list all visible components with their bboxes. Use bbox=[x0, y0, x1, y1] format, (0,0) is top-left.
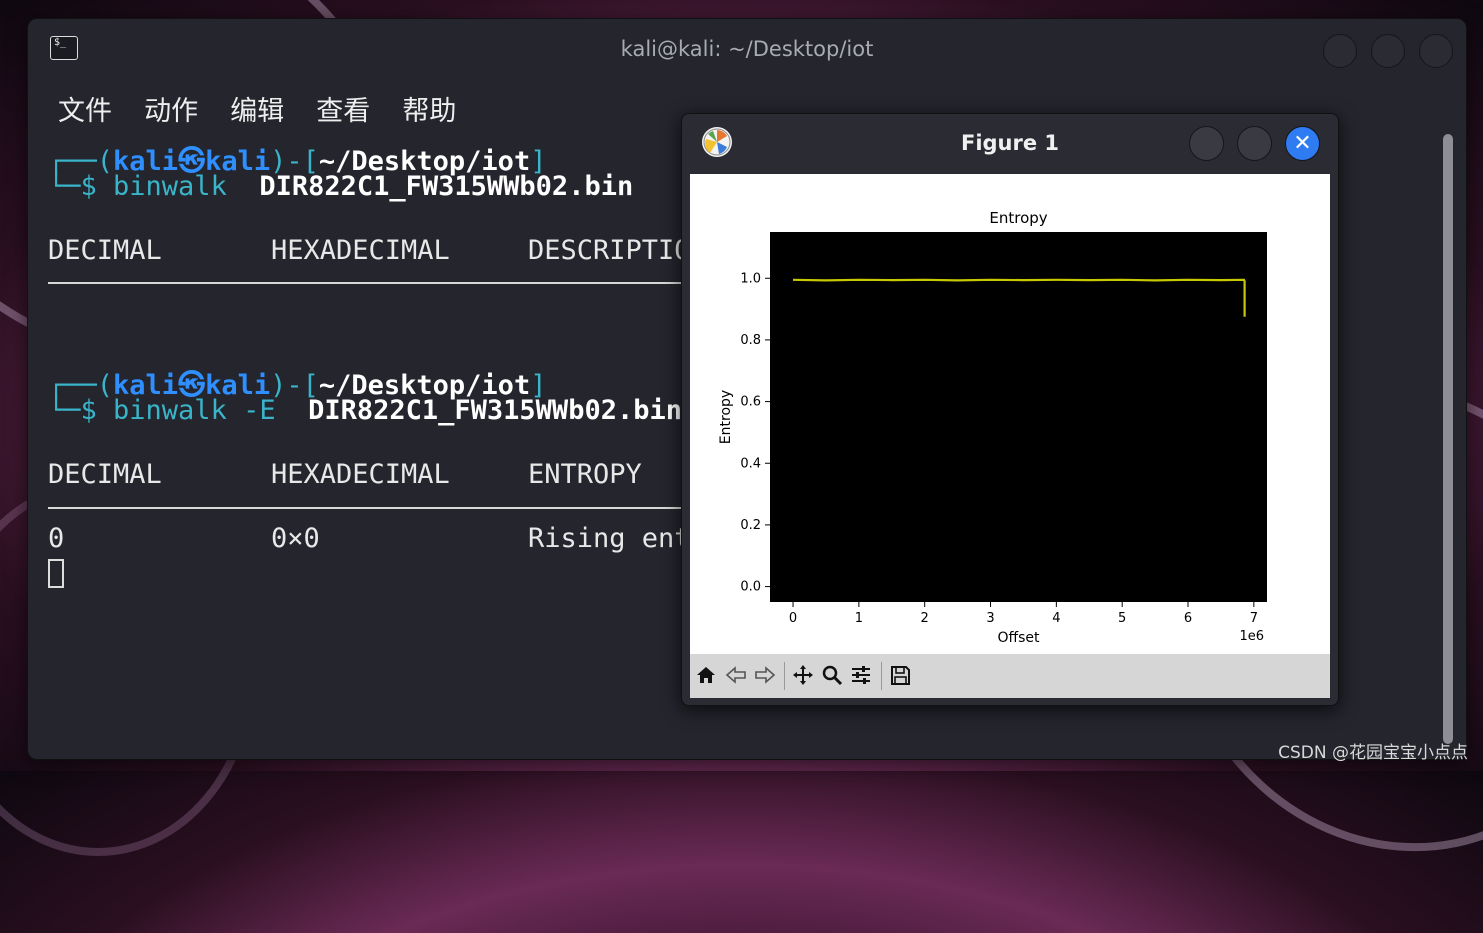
cell-hex: 0×0 bbox=[271, 523, 320, 554]
y-tick-label: 0.4 bbox=[740, 456, 761, 471]
chart-title: Entropy bbox=[989, 209, 1047, 227]
y-tick-label: 1.0 bbox=[740, 271, 761, 286]
menubar: 文件 动作 编辑 查看 帮助 bbox=[58, 89, 483, 128]
figure-maximize-button[interactable] bbox=[1237, 126, 1272, 161]
terminal-title: kali@kali: ~/Desktop/iot bbox=[620, 37, 874, 61]
toolbar-separator bbox=[784, 662, 785, 690]
output-row-desc: Rising ent bbox=[528, 523, 691, 554]
minimize-button[interactable] bbox=[1323, 34, 1357, 68]
toolbar-separator bbox=[881, 662, 882, 690]
maximize-button[interactable] bbox=[1371, 34, 1405, 68]
col-description: DESCRIPTIO bbox=[528, 235, 691, 266]
command-text: binwalk -E bbox=[113, 395, 276, 426]
x-tick-label: 4 bbox=[1052, 611, 1060, 626]
output-row-hex: 0×0 bbox=[271, 523, 320, 554]
output-header-1-hex: HEXADECIMAL bbox=[271, 235, 450, 266]
x-tick-label: 6 bbox=[1184, 611, 1192, 626]
col-hex: HEXADECIMAL bbox=[271, 235, 450, 266]
y-axis-label: Entropy bbox=[718, 390, 734, 444]
output-header-2-hex: HEXADECIMAL bbox=[271, 459, 450, 490]
pan-icon[interactable] bbox=[791, 664, 815, 688]
output-header-1-desc: DESCRIPTIO bbox=[528, 235, 691, 266]
figure-close-button[interactable]: ✕ bbox=[1285, 126, 1320, 161]
menu-action[interactable]: 动作 bbox=[144, 89, 198, 128]
y-tick-label: 0.6 bbox=[740, 395, 761, 410]
y-tick-label: 0.2 bbox=[740, 518, 761, 533]
x-axis-label: Offset bbox=[997, 630, 1040, 646]
text-cursor bbox=[48, 559, 64, 588]
figure-minimize-button[interactable] bbox=[1189, 126, 1224, 161]
watermark: CSDN @花园宝宝小点点 bbox=[1278, 743, 1468, 763]
y-tick-label: 0.8 bbox=[740, 333, 761, 348]
plot-area bbox=[770, 232, 1267, 602]
col-decimal: DECIMAL bbox=[48, 459, 162, 490]
output-row-decimal: 0 bbox=[48, 523, 64, 554]
plot-canvas[interactable]: Entropy 0 1 2 3 4 5 6 7 0.0 0.2 0.4 0.6 0.8 1.0 Offset 1… bbox=[690, 174, 1330, 654]
save-icon[interactable] bbox=[888, 664, 912, 688]
terminal-titlebar[interactable]: $_ kali@kali: ~/Desktop/iot bbox=[28, 19, 1466, 81]
y-tick-label: 0.0 bbox=[740, 580, 761, 595]
col-entropy: ENTROPY bbox=[528, 459, 642, 490]
zoom-icon[interactable] bbox=[820, 664, 844, 688]
output-header-2: DECIMAL bbox=[48, 459, 162, 490]
figure-window[interactable]: Figure 1 ✕ Entropy 0 1 2 3 4 5 6 7 0.0 0.2 0.4 0.6 0.… bbox=[681, 113, 1339, 706]
x-tick-label: 7 bbox=[1250, 611, 1258, 626]
output-header-2-entropy: ENTROPY bbox=[528, 459, 642, 490]
col-hex: HEXADECIMAL bbox=[271, 459, 450, 490]
divider bbox=[48, 507, 708, 509]
menu-view[interactable]: 查看 bbox=[316, 89, 370, 128]
x-tick-label: 2 bbox=[921, 611, 929, 626]
x-tick-label: 5 bbox=[1118, 611, 1126, 626]
x-offset-label: 1e6 bbox=[1239, 629, 1264, 644]
command-line-2: └─$ binwalk -E DIR822C1_FW315WWb02.bin bbox=[48, 395, 682, 426]
navigation-toolbar bbox=[690, 654, 1330, 698]
command-args: DIR822C1_FW315WWb02.bin bbox=[275, 395, 682, 426]
x-tick-label: 3 bbox=[986, 611, 994, 626]
home-icon[interactable] bbox=[694, 664, 718, 688]
command-args: DIR822C1_FW315WWb02.bin bbox=[226, 171, 634, 202]
divider bbox=[48, 282, 708, 284]
entropy-chart[interactable]: Entropy 0 1 2 3 4 5 6 7 0.0 0.2 0.4 0.6 0.8 1.0 Offset 1… bbox=[690, 174, 1330, 654]
menu-help[interactable]: 帮助 bbox=[402, 89, 456, 128]
configure-icon[interactable] bbox=[849, 664, 873, 688]
scrollbar[interactable] bbox=[1443, 134, 1453, 744]
col-decimal: DECIMAL bbox=[48, 235, 162, 266]
cell-decimal: 0 bbox=[48, 523, 65, 554]
back-icon[interactable] bbox=[724, 664, 748, 688]
menu-file[interactable]: 文件 bbox=[58, 89, 112, 128]
prompt-dollar: └─$ bbox=[48, 395, 114, 426]
cell-description: Rising ent bbox=[528, 523, 691, 554]
x-tick-label: 1 bbox=[855, 611, 863, 626]
command-text: binwalk bbox=[113, 171, 227, 202]
forward-icon[interactable] bbox=[753, 664, 777, 688]
prompt-dollar: └─$ bbox=[48, 171, 114, 202]
menu-edit[interactable]: 编辑 bbox=[230, 89, 284, 128]
output-header-1: DECIMAL bbox=[48, 235, 162, 266]
command-line-1: └─$ binwalk DIR822C1_FW315WWb02.bin bbox=[48, 171, 633, 202]
x-tick-label: 0 bbox=[789, 611, 797, 626]
close-button[interactable] bbox=[1419, 34, 1453, 68]
